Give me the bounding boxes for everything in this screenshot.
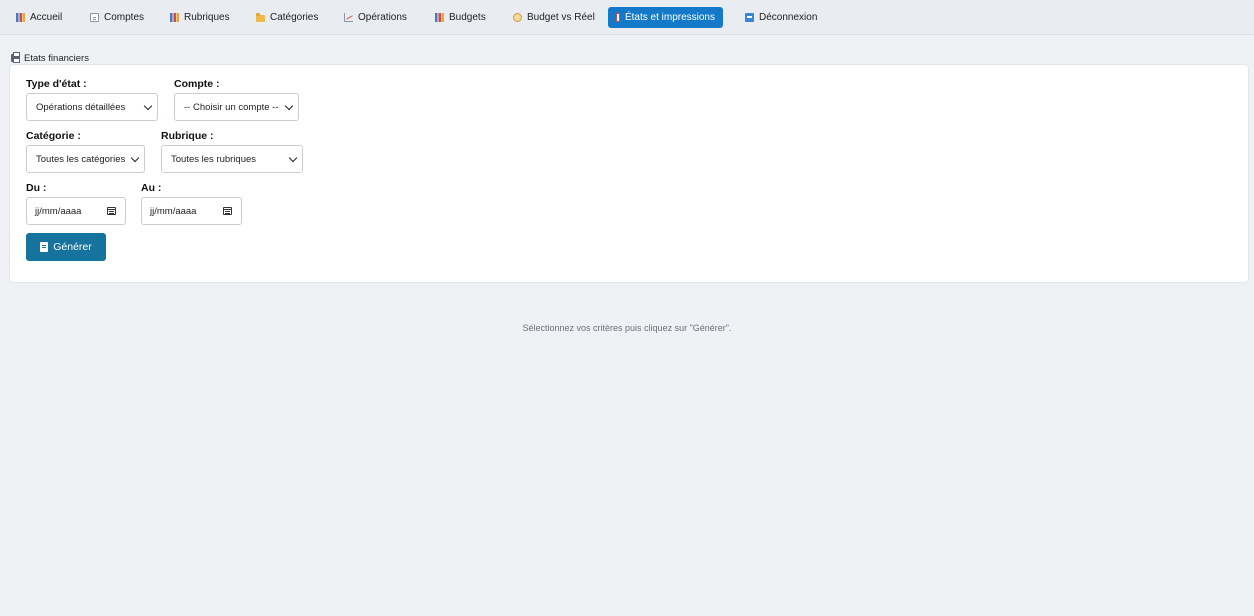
- rubrique-label: Rubrique :: [161, 130, 214, 142]
- bar-chart-icon: [170, 13, 179, 22]
- du-placeholder: jj/mm/aaaa: [35, 205, 82, 217]
- calendar-icon[interactable]: [107, 207, 116, 215]
- rubrique-select[interactable]: Toutes les rubriques: [161, 145, 303, 173]
- chevron-down-icon: [130, 153, 140, 163]
- nav-item-label: États et impressions: [624, 12, 715, 23]
- nav-item-etats-impressions[interactable]: États et impressions: [608, 7, 723, 28]
- report-form-card: Type d'état : Opérations détaillées Comp…: [9, 64, 1249, 283]
- nav-item-operations[interactable]: Opérations: [336, 7, 415, 28]
- nav-item-label: Budgets: [449, 12, 486, 23]
- nav-item-deconnexion[interactable]: Déconnexion: [737, 7, 825, 28]
- au-placeholder: jj/mm/aaaa: [150, 205, 197, 217]
- nav-item-comptes[interactable]: Comptes: [82, 7, 152, 28]
- nav-item-label: Déconnexion: [759, 12, 818, 23]
- chevron-down-icon: [143, 101, 153, 111]
- document-icon: [90, 13, 99, 22]
- type-etat-value: Opérations détaillées: [36, 101, 126, 113]
- categorie-value: Toutes les catégories: [36, 153, 126, 165]
- empty-state-hint: Sélectionnez vos critères puis cliquez s…: [522, 323, 732, 333]
- nav-item-label: Opérations: [358, 12, 407, 23]
- bar-chart-icon: [435, 13, 444, 22]
- document-icon: [40, 242, 49, 252]
- calendar-icon[interactable]: [223, 207, 232, 215]
- nav-item-rubriques[interactable]: Rubriques: [162, 7, 238, 28]
- type-etat-select[interactable]: Opérations détaillées: [26, 93, 158, 121]
- au-label: Au :: [141, 182, 162, 194]
- folder-icon: [256, 12, 265, 22]
- compte-select[interactable]: -- Choisir un compte --: [174, 93, 299, 121]
- chevron-down-icon: [284, 101, 294, 111]
- categorie-label: Catégorie :: [26, 130, 81, 142]
- section-title: Etats financiers: [11, 52, 89, 64]
- nav-item-categories[interactable]: Catégories: [248, 7, 326, 28]
- compte-value: -- Choisir un compte --: [184, 101, 279, 113]
- printer-icon: [11, 52, 20, 63]
- balance-icon: [513, 13, 522, 22]
- au-date-input[interactable]: jj/mm/aaaa: [141, 197, 242, 225]
- nav-item-budgets[interactable]: Budgets: [427, 7, 494, 28]
- nav-item-label: Accueil: [30, 12, 63, 23]
- nav-item-budget-vs-reel[interactable]: Budget vs Réel: [505, 7, 603, 28]
- top-navbar: Accueil Comptes Rubriques Catégories Opé…: [0, 0, 1254, 35]
- nav-item-label: Rubriques: [184, 12, 230, 23]
- section-title-text: Etats financiers: [24, 52, 89, 64]
- generate-button-label: Générer: [53, 241, 92, 253]
- bar-chart-icon: [16, 13, 25, 22]
- categorie-select[interactable]: Toutes les catégories: [26, 145, 145, 173]
- du-date-input[interactable]: jj/mm/aaaa: [26, 197, 126, 225]
- nav-item-label: Catégories: [270, 12, 319, 23]
- line-chart-icon: [344, 13, 353, 22]
- type-etat-label: Type d'état :: [26, 78, 87, 90]
- nav-item-label: Budget vs Réel: [527, 12, 595, 23]
- generate-button[interactable]: Générer: [26, 233, 106, 261]
- compte-label: Compte :: [174, 78, 220, 90]
- print-icon: [616, 13, 620, 22]
- arrow-right-icon: [745, 13, 754, 22]
- chevron-down-icon: [288, 153, 298, 163]
- rubrique-value: Toutes les rubriques: [171, 153, 257, 165]
- nav-item-label: Comptes: [104, 12, 145, 23]
- nav-item-accueil[interactable]: Accueil: [8, 7, 70, 28]
- du-label: Du :: [26, 182, 47, 194]
